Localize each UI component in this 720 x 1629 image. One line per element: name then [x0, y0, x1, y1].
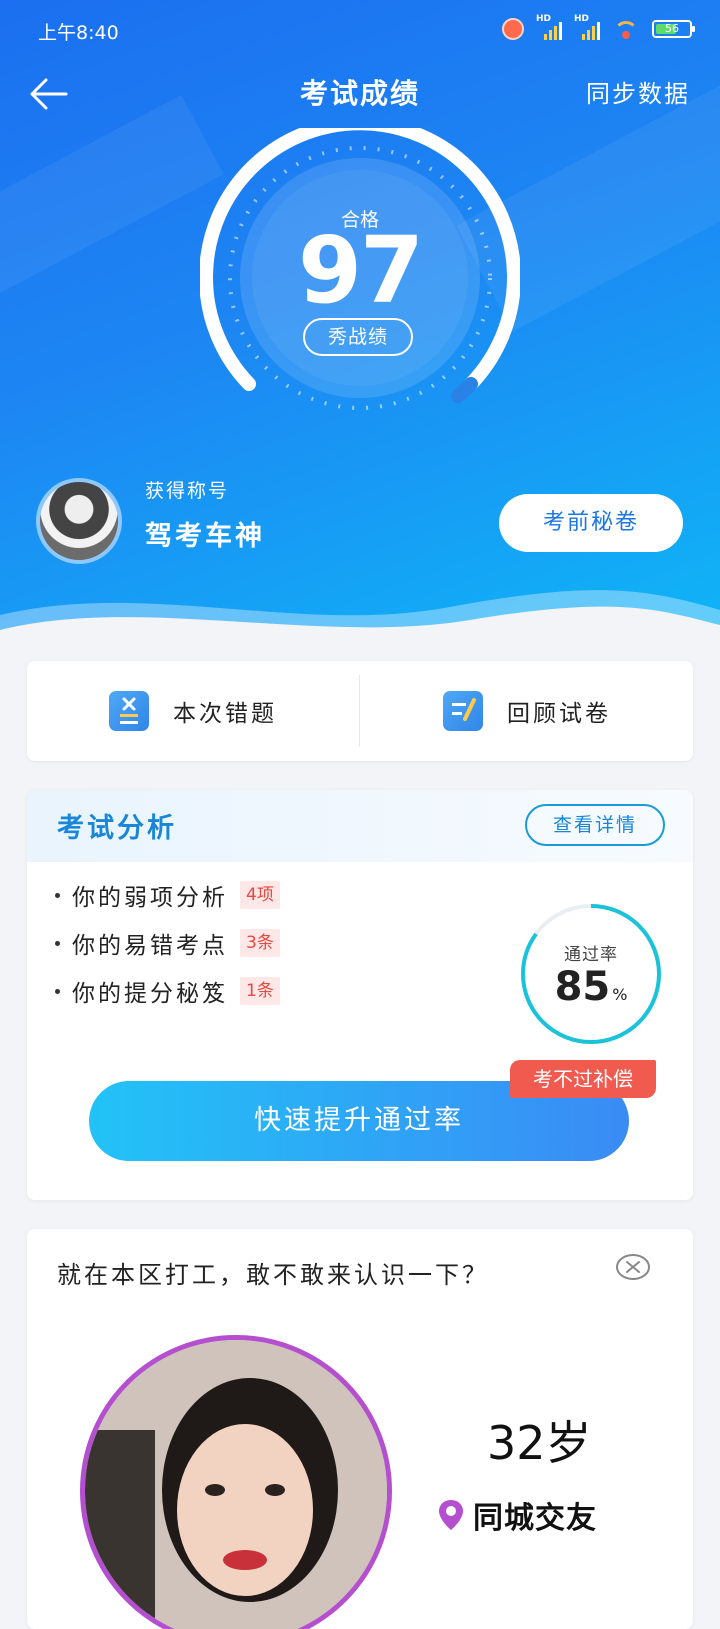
compensation-tag: 考不过补偿	[510, 1060, 656, 1098]
status-icons: HD HD 56	[502, 14, 695, 40]
ad-location-label: 同城交友	[473, 1501, 597, 1536]
divider	[359, 675, 360, 747]
analysis-item-badge: 4项	[240, 881, 280, 909]
ad-text: 就在本区打工，敢不敢来认识一下？	[57, 1261, 489, 1289]
analysis-item[interactable]: 你的弱项分析 4项	[55, 878, 280, 912]
hero-header: 上午8:40 HD HD 56 考试成绩 同步数据 合格 97 秀战绩 获得称号…	[0, 0, 720, 650]
pass-rate-value: 85%	[517, 964, 665, 1010]
avatar[interactable]	[36, 478, 122, 564]
bullet	[55, 940, 60, 946]
ad-card[interactable]: 就在本区打工，敢不敢来认识一下？ 32岁 同城交友	[27, 1229, 693, 1629]
sync-data-button[interactable]: 同步数据	[586, 74, 690, 109]
analysis-item[interactable]: 你的易错考点 3条	[55, 926, 280, 960]
exam-analysis-card: 考试分析 查看详情 你的弱项分析 4项 你的易错考点 3条 你的提分秘笈 1条 …	[27, 790, 693, 1200]
pre-exam-secret-button[interactable]: 考前秘卷	[499, 494, 683, 552]
quick-actions-card: 本次错题 回顾试卷	[27, 661, 693, 761]
analysis-title: 考试分析	[57, 813, 177, 844]
score-gauge: 合格 97 秀战绩	[200, 128, 520, 418]
title-value: 驾考车神	[145, 521, 265, 552]
title-label: 获得称号	[145, 480, 230, 502]
share-result-button[interactable]: 秀战绩	[303, 318, 413, 356]
analysis-item[interactable]: 你的提分秘笈 1条	[55, 974, 280, 1008]
ad-profile-photo[interactable]	[80, 1335, 392, 1629]
location-pin-icon	[439, 1500, 463, 1530]
signal-icon: HD	[536, 14, 562, 40]
bullet	[55, 892, 60, 898]
wrong-questions-label: 本次错题	[173, 701, 277, 727]
review-paper-label: 回顾试卷	[507, 701, 611, 727]
wrong-questions-icon	[109, 691, 149, 731]
bullet	[55, 988, 60, 994]
analysis-item-label: 你的易错考点	[72, 933, 228, 959]
analysis-header: 考试分析 查看详情	[27, 790, 693, 862]
score-value: 97	[297, 217, 424, 324]
alarm-icon	[502, 18, 524, 40]
analysis-item-badge: 3条	[240, 929, 280, 957]
review-paper-icon	[443, 691, 483, 731]
ad-location[interactable]: 同城交友	[437, 1493, 597, 1537]
top-bar: 考试成绩 同步数据	[0, 64, 720, 124]
analysis-item-label: 你的弱项分析	[72, 885, 228, 911]
review-paper-button[interactable]: 回顾试卷	[443, 661, 611, 761]
signal-icon: HD	[574, 14, 600, 40]
wave-decoration	[0, 590, 720, 650]
wrong-questions-button[interactable]: 本次错题	[109, 661, 277, 761]
analysis-item-badge: 1条	[240, 977, 280, 1005]
hero-decoration	[0, 94, 224, 316]
pass-rate-label: 通过率	[564, 945, 618, 965]
status-bar: 上午8:40 HD HD 56	[0, 0, 720, 64]
pass-rate-ring: 通过率 85%	[517, 900, 665, 1048]
ad-age: 32岁	[487, 1416, 592, 1470]
view-details-button[interactable]: 查看详情	[525, 804, 665, 846]
pass-rate-unit: %	[612, 985, 628, 1004]
status-time: 上午8:40	[38, 22, 119, 44]
battery-level: 56	[665, 22, 679, 35]
battery-icon: 56	[652, 20, 695, 38]
pass-rate-number: 85	[554, 964, 611, 1010]
close-icon[interactable]	[615, 1253, 651, 1281]
wifi-icon	[612, 19, 640, 39]
analysis-item-label: 你的提分秘笈	[72, 981, 228, 1007]
